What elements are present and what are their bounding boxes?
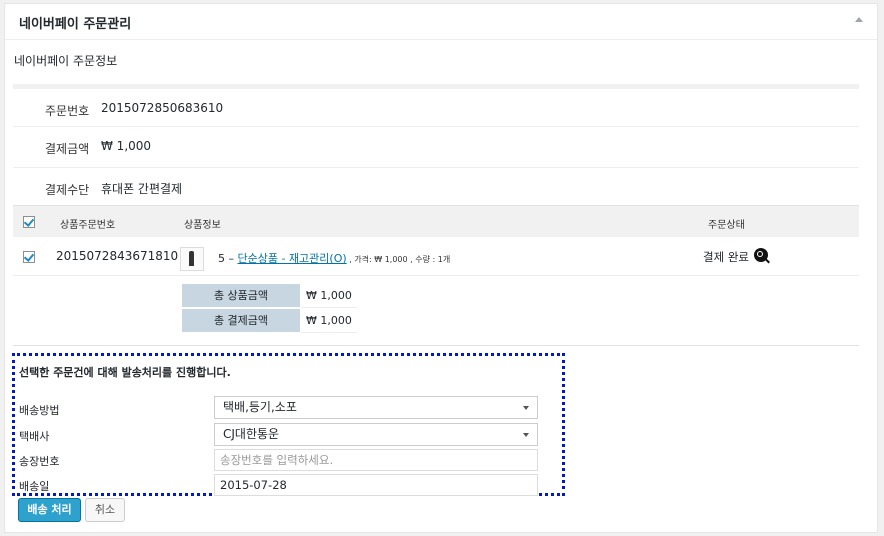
total-value: ₩ 1,000 [306, 314, 352, 327]
table-header: 상품주문번호 상품정보 주문상태 [13, 205, 859, 237]
info-label: 결제금액 [45, 142, 90, 156]
info-value: 2015072850683610 [101, 101, 224, 115]
shipping-date-label: 배송일 [19, 480, 50, 493]
section-title: 네이버페이 주문정보 [14, 54, 118, 68]
row-checkbox[interactable] [23, 251, 35, 263]
info-value: 휴대폰 간편결제 [101, 182, 183, 196]
chevron-down-icon [523, 406, 529, 410]
info-row-payment-amount: 결제금액 ₩ 1,000 [13, 127, 859, 168]
shipping-title: 선택한 주문건에 대해 발송처리를 진행합니다. [19, 366, 231, 379]
shipping-date-input[interactable]: 2015-07-28 [214, 474, 538, 496]
courier-value: CJ대한통운 [223, 427, 280, 441]
product-orders-table: 상품주문번호 상품정보 주문상태 2015072843671810 5 – 단순… [13, 205, 859, 276]
order-info-table: 주문번호 2015072850683610 결제금액 ₩ 1,000 결제수단 … [13, 84, 859, 208]
cancel-button[interactable]: 취소 [85, 498, 125, 522]
ship-button[interactable]: 배송 처리 [18, 498, 81, 522]
product-link[interactable]: 단순상품 - 재고관리(O) [238, 252, 347, 265]
total-label: 총 결제금액 [182, 309, 300, 332]
chevron-down-icon [523, 433, 529, 437]
courier-select[interactable]: CJ대한통운 [214, 423, 538, 446]
total-row-products: 총 상품금액 ₩ 1,000 [182, 284, 357, 309]
collapse-toggle-icon[interactable] [855, 17, 863, 22]
info-label: 결제수단 [45, 183, 90, 197]
total-row-payment: 총 결제금액 ₩ 1,000 [182, 309, 357, 334]
zoom-icon[interactable] [754, 248, 768, 262]
panel-header[interactable]: 네이버페이 주문관리 [5, 4, 877, 40]
shipping-method-value: 택배,등기,소포 [223, 400, 297, 414]
tracking-number-label: 송장번호 [19, 455, 60, 468]
divider [13, 345, 859, 346]
column-header-product: 상품정보 [184, 220, 221, 231]
shipping-method-label: 배송방법 [19, 404, 60, 417]
tracking-number-input[interactable] [214, 449, 538, 471]
product-thumbnail [180, 247, 204, 271]
courier-label: 택배사 [19, 430, 50, 443]
shipping-method-select[interactable]: 택배,등기,소포 [214, 396, 538, 419]
info-label: 주문번호 [45, 104, 90, 118]
info-row-order-number: 주문번호 2015072850683610 [13, 84, 859, 127]
totals-table: 총 상품금액 ₩ 1,000 총 결제금액 ₩ 1,000 [182, 284, 357, 334]
product-meta: , 가격: ₩ 1,000 , 수량 : 1개 [346, 255, 451, 264]
product-order-id: 2015072843671810 [56, 249, 179, 263]
product-info: 5 – 단순상품 - 재고관리(O) , 가격: ₩ 1,000 , 수량 : … [218, 250, 450, 266]
column-header-status: 주문상태 [708, 220, 745, 231]
table-row: 2015072843671810 5 – 단순상품 - 재고관리(O) , 가격… [13, 237, 859, 276]
product-prefix: 5 – [218, 252, 238, 265]
info-value: ₩ 1,000 [101, 139, 152, 153]
info-row-payment-method: 결제수단 휴대폰 간편결제 [13, 168, 859, 208]
order-status: 결제 완료 [703, 250, 749, 264]
panel-title: 네이버페이 주문관리 [19, 17, 132, 32]
total-value: ₩ 1,000 [306, 289, 352, 302]
select-all-checkbox[interactable] [23, 216, 35, 228]
total-label: 총 상품금액 [182, 284, 300, 307]
column-header-order-id: 상품주문번호 [60, 220, 116, 231]
